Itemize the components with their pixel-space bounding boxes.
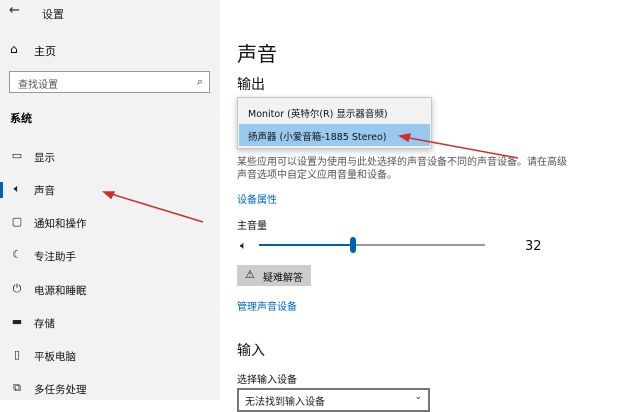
home-icon: ⌂ <box>10 42 18 56</box>
search-placeholder: 查找设置 <box>18 80 58 91</box>
sidebar: ← 设置 ⌂ 主页 查找设置 ⌕ 系统 ▭ 显示 🔈︎ 声音 ▢ 通知和操作 ☾… <box>0 0 220 400</box>
selection-indicator <box>0 182 3 198</box>
notifications-icon: ▢ <box>11 215 23 228</box>
moon-icon: ☾ <box>12 248 22 261</box>
sidebar-item-label: 显示 <box>34 152 55 164</box>
back-arrow-icon[interactable]: ← <box>9 3 20 18</box>
sidebar-item-label: 电源和睡眠 <box>34 285 87 297</box>
sidebar-item-label: 声音 <box>34 185 55 197</box>
sidebar-item-focus-assist[interactable]: ☾ 专注助手 <box>0 245 220 267</box>
sidebar-item-label: 主页 <box>34 45 56 58</box>
output-heading: 输出 <box>237 77 265 93</box>
sidebar-item-label: 存储 <box>34 318 55 330</box>
sidebar-item-display[interactable]: ▭ 显示 <box>0 146 220 168</box>
dropdown-option-monitor[interactable]: Monitor (英特尔(R) 显示器音频) <box>239 101 430 123</box>
display-icon: ▭ <box>11 149 23 162</box>
title-bar: ← 设置 <box>0 0 220 24</box>
sidebar-item-tablet[interactable]: ▯ 平板电脑 <box>0 345 220 367</box>
page-title: 声音 <box>237 42 277 66</box>
multitasking-icon: ⧉ <box>13 381 21 394</box>
sidebar-item-label: 多任务处理 <box>34 384 87 396</box>
app-title: 设置 <box>42 8 64 21</box>
sidebar-item-storage[interactable]: ▬ 存储 <box>0 312 220 334</box>
option-label: Monitor (英特尔(R) 显示器音频) <box>248 109 388 120</box>
output-device-dropdown[interactable]: Monitor (英特尔(R) 显示器音频) 扬声器 (小爱音箱-1885 St… <box>237 97 432 149</box>
volume-slider-thumb[interactable] <box>350 237 356 253</box>
chevron-down-icon: ⌄ <box>414 392 422 402</box>
input-device-label: 选择输入设备 <box>237 375 297 386</box>
troubleshoot-button[interactable]: ⚠ 疑难解答 <box>237 265 311 286</box>
warning-icon: ⚠ <box>245 269 255 281</box>
search-icon: ⌕ <box>196 75 203 88</box>
master-volume-label: 主音量 <box>237 221 267 232</box>
sidebar-item-label: 平板电脑 <box>34 351 76 363</box>
dropdown-option-speaker[interactable]: 扬声器 (小爱音箱-1885 Stereo) <box>239 124 430 146</box>
tablet-icon: ▯ <box>13 348 21 361</box>
sidebar-item-notifications[interactable]: ▢ 通知和操作 <box>0 212 220 234</box>
search-input[interactable]: 查找设置 ⌕ <box>9 71 210 93</box>
volume-slider-fill <box>259 244 353 246</box>
main-panel: 声音 输出 某些应用可以设置为使用与此处选择的声音设备不同的声音设备。请在高级声… <box>220 0 620 412</box>
input-device-value: 无法找到输入设备 <box>245 397 325 408</box>
volume-slider[interactable] <box>259 237 485 253</box>
option-label: 扬声器 (小爱音箱-1885 Stereo) <box>248 132 387 143</box>
section-label: 系统 <box>10 112 32 125</box>
device-properties-link[interactable]: 设备属性 <box>237 191 277 206</box>
volume-value: 32 <box>525 239 542 254</box>
speaker-icon: 🔈︎ <box>13 182 21 195</box>
sidebar-item-label: 专注助手 <box>34 251 76 263</box>
sidebar-item-label: 通知和操作 <box>34 218 87 230</box>
input-device-select[interactable]: 无法找到输入设备 ⌄ <box>237 388 430 412</box>
manage-sound-devices-link[interactable]: 管理声音设备 <box>237 298 297 313</box>
output-description: 某些应用可以设置为使用与此处选择的声音设备不同的声音设备。请在高级声音选项中自定… <box>237 157 567 181</box>
storage-icon: ▬ <box>11 315 23 328</box>
sidebar-item-multitasking[interactable]: ⧉ 多任务处理 <box>0 378 220 400</box>
sidebar-item-power[interactable]: ⏻ 电源和睡眠 <box>0 279 220 301</box>
input-heading: 输入 <box>237 343 265 359</box>
power-icon: ⏻ <box>12 282 22 295</box>
sidebar-item-sound[interactable]: 🔈︎ 声音 <box>0 179 220 201</box>
troubleshoot-label: 疑难解答 <box>263 273 303 284</box>
volume-icon[interactable]: 🔈︎ <box>240 239 247 253</box>
sidebar-item-home[interactable]: ⌂ 主页 <box>0 42 220 60</box>
